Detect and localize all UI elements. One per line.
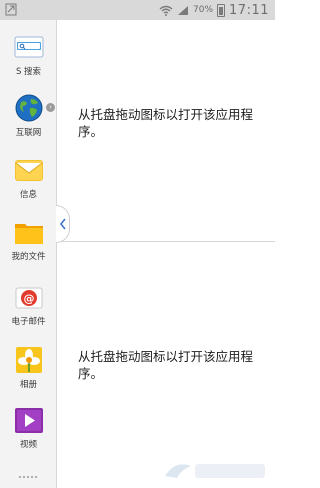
globe-icon [14,93,44,123]
video-play-icon [14,405,44,435]
gallery-flower-icon [14,345,44,375]
drag-hint-text: 从托盘拖动图标以打开该应用程序。 [78,349,254,381]
tray-item-gallery[interactable]: 相册 [0,345,57,390]
clock: 17:11 [229,2,269,18]
watermark-logo [165,464,265,478]
window-pane-top[interactable]: 从托盘拖动图标以打开该应用程序。 [58,20,275,242]
tray-grip-handle[interactable] [18,476,38,482]
tray-item-label: 互联网 [15,128,42,138]
tray-item-label: 信息 [19,190,37,200]
chevron-left-icon [59,218,66,230]
email-at-icon: @ [14,282,44,312]
folder-icon [14,217,44,247]
window-pane-bottom[interactable]: 从托盘拖动图标以打开该应用程序。 [58,243,275,488]
battery-icon [217,3,226,17]
drag-hint-text: 从托盘拖动图标以打开该应用程序。 [78,107,254,139]
tray-item-internet[interactable]: 互联网 [0,93,57,138]
tray-item-label: 相册 [19,380,37,390]
wifi-icon [159,5,173,16]
chevron-right-icon[interactable]: › [46,103,55,112]
screen-mirror-icon [5,3,17,16]
tray-item-email[interactable]: @ 电子邮件 [0,282,57,327]
tray-item-messages[interactable]: 信息 [0,155,57,200]
tray-item-label: 我的文件 [11,252,46,262]
status-bar: 70% 17:11 [0,0,275,20]
tray-item-s-finder[interactable]: S 搜索 [0,32,57,77]
tray-item-video[interactable]: 视频 [0,405,57,450]
battery-percent: 70% [193,5,214,15]
svg-text:@: @ [23,292,34,305]
tray-item-label: 电子邮件 [11,317,46,327]
app-tray: S 搜索 互联网 › 信息 我的文件 @ 电子邮件 相册 视频 [0,20,57,488]
tray-item-my-files[interactable]: 我的文件 [0,217,57,262]
tray-item-label: 视频 [19,440,37,450]
tray-item-label: S 搜索 [15,67,42,77]
signal-icon [178,5,189,15]
s-finder-icon [14,32,44,62]
envelope-icon [14,155,44,185]
